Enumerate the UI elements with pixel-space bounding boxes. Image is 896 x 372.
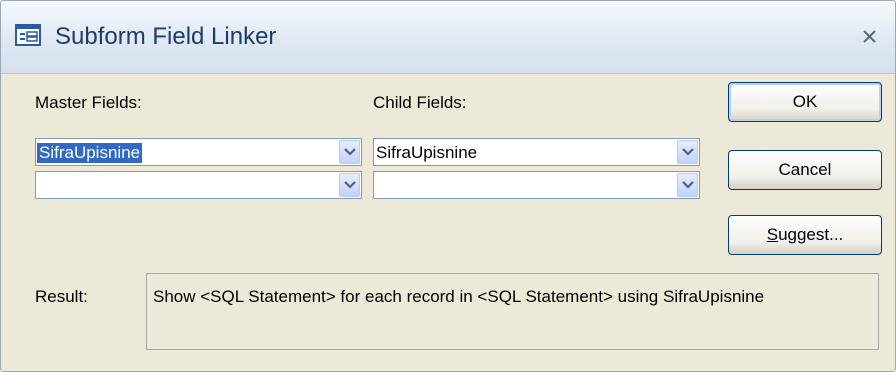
chevron-down-icon [682,148,694,156]
suggest-label: uggest... [778,225,844,244]
child-fields-label: Child Fields: [373,93,467,112]
suggest-button[interactable]: Suggest... [728,215,882,255]
child-field-dropdown-button-2[interactable] [677,173,698,197]
master-fields-label: Master Fields: [35,93,142,112]
form-icon [15,24,41,46]
child-field-dropdown-button-1[interactable] [677,140,698,164]
master-field-value-1: SifraUpisnine [37,143,143,163]
dialog-body: Master Fields: Child Fields: SifraUpisni… [1,74,895,371]
window-title: Subform Field Linker [55,23,277,50]
child-field-combo-1[interactable]: SifraUpisnine [373,138,700,166]
result-box: Show <SQL Statement> for each record in … [146,273,879,350]
ok-button[interactable]: OK [728,82,882,122]
title-bar[interactable]: Subform Field Linker [1,1,895,74]
master-field-dropdown-button-2[interactable] [339,173,360,197]
dialog-window: Subform Field Linker Master Fields: Chil… [0,0,896,372]
child-field-combo-2[interactable] [373,171,700,199]
chevron-down-icon [682,181,694,189]
cancel-button[interactable]: Cancel [728,150,882,190]
master-field-combo-2[interactable] [35,171,362,199]
result-text: Show <SQL Statement> for each record in … [153,287,765,306]
master-field-combo-1[interactable]: SifraUpisnine [35,138,362,166]
child-field-value-1: SifraUpisnine [376,143,478,162]
chevron-down-icon [344,181,356,189]
close-icon[interactable] [859,25,881,47]
master-field-dropdown-button-1[interactable] [339,140,360,164]
result-label: Result: [35,287,88,306]
chevron-down-icon [344,148,356,156]
suggest-accelerator: S [766,225,779,244]
